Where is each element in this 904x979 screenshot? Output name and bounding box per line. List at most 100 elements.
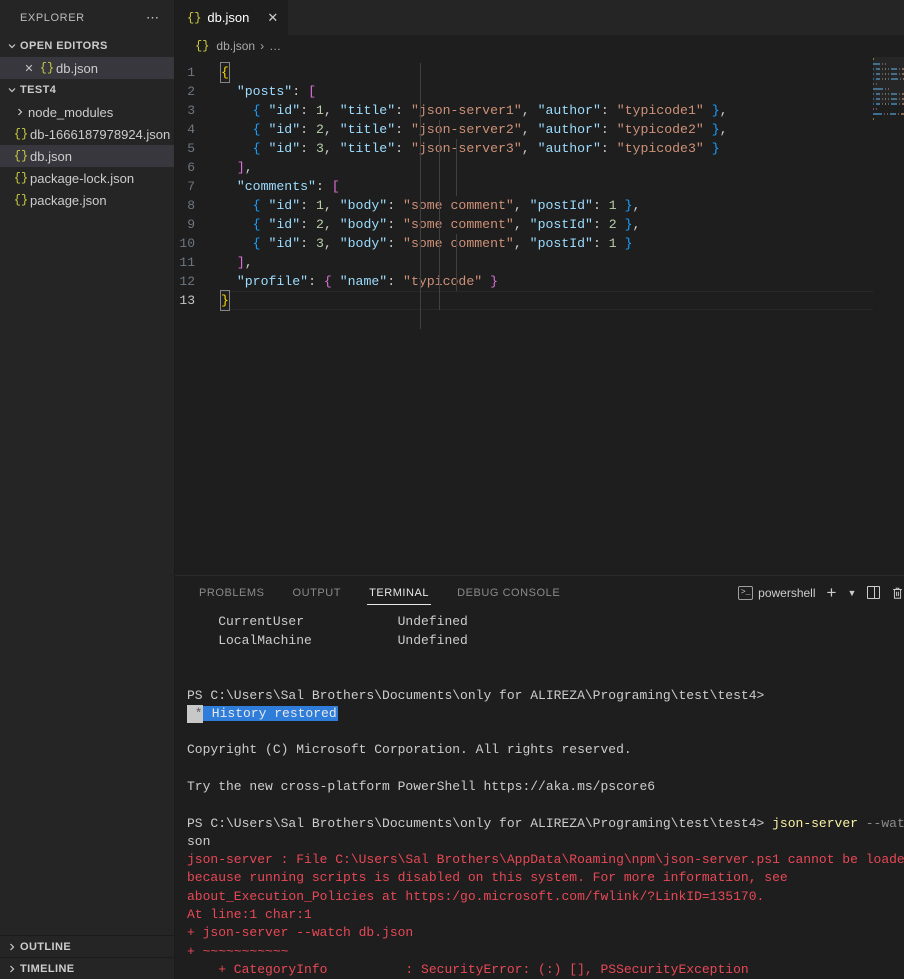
breadcrumb[interactable]: {} db.json › … [175, 35, 904, 57]
section-outline[interactable]: OUTLINE [0, 935, 174, 957]
split-terminal-icon[interactable] [867, 586, 881, 600]
code-token: "body" [339, 217, 388, 232]
workspace-label: TEST4 [20, 84, 57, 96]
tree-item-db-json[interactable]: {} db.json [0, 145, 174, 167]
terminal-line: son [187, 833, 904, 851]
minimap-block [876, 108, 878, 110]
code-token: [ [331, 179, 340, 194]
code-token: , [323, 236, 340, 251]
tree-item-label: package.json [30, 192, 107, 208]
code-lines[interactable]: 1{2 "posts": [3 { "id": 1, "title": "jso… [175, 57, 904, 311]
code-token: : [592, 236, 609, 251]
code-line[interactable]: 12 "profile": { "name": "typicode" } [175, 272, 904, 291]
code-line[interactable]: 5 { "id": 3, "title": "json-server3", "a… [175, 139, 904, 158]
chevron-right-icon [4, 942, 20, 952]
chevron-right-icon [4, 964, 20, 974]
indent-guide [439, 120, 440, 310]
line-number: 3 [187, 103, 195, 118]
section-workspace[interactable]: TEST4 [0, 79, 174, 101]
json-file-icon: {} [13, 149, 29, 163]
terminal-line: + json-server --watch db.json [187, 924, 904, 942]
kill-terminal-icon[interactable] [891, 586, 904, 600]
terminal-line: LocalMachine Undefined [187, 632, 904, 650]
code-token: : [592, 217, 609, 232]
minimap[interactable] [873, 57, 904, 575]
code-line[interactable]: 9 { "id": 2, "body": "some comment", "po… [175, 215, 904, 234]
terminal-prompt-icon: >_ [738, 585, 754, 600]
tree-item-node-modules[interactable]: node_modules [0, 101, 174, 123]
tab-problems[interactable]: PROBLEMS [189, 576, 275, 609]
close-icon[interactable]: ✕ [267, 10, 278, 26]
terminal-text: Try the new cross-platform PowerShell ht… [187, 778, 656, 794]
new-terminal-icon[interactable]: + [827, 584, 837, 601]
code-token: 3 [315, 236, 324, 251]
tree-item-package-json[interactable]: {} package.json [0, 189, 174, 211]
section-timeline[interactable]: TIMELINE [0, 957, 174, 979]
tree-item-label: db-1666187978924.json [30, 126, 171, 142]
tab-output[interactable]: OUTPUT [283, 576, 352, 609]
code-token: 1 [315, 198, 324, 213]
section-open-editors[interactable]: OPEN EDITORS [0, 35, 174, 57]
open-editor-item-dbjson[interactable]: ✕ {} db.json [0, 57, 174, 79]
tree-item-db-timestamp-json[interactable]: {} db-1666187978924.json [0, 123, 174, 145]
editor-tab-bar: {} db.json ✕ ⋯ [175, 0, 904, 35]
code-token: : [300, 236, 316, 251]
chevron-down-icon [4, 85, 20, 95]
code-token: { [252, 217, 269, 232]
tab-debug-console[interactable]: DEBUG CONSOLE [447, 576, 570, 609]
chevron-down-icon[interactable]: ▼ [847, 588, 856, 598]
tab-db-json[interactable]: {} db.json ✕ [175, 0, 290, 35]
code-line[interactable]: 6 ], [175, 158, 904, 177]
code-token: } [703, 122, 720, 137]
minimap-block [884, 113, 886, 115]
terminal-line: Try the new cross-platform PowerShell ht… [187, 778, 904, 796]
explorer-title-bar: EXPLORER ⋯ [0, 0, 174, 35]
code-line[interactable]: 1{ [175, 62, 904, 83]
terminal-line: PS C:\Users\Sal Brothers\Documents\only … [187, 815, 904, 833]
line-number: 11 [179, 255, 195, 270]
ellipsis-icon[interactable]: ⋯ [146, 10, 166, 26]
code-token: : [292, 84, 309, 99]
terminal-output[interactable]: CurrentUser Undefined LocalMachine Undef… [175, 609, 904, 979]
code-token: : [387, 274, 404, 289]
indent-guide [456, 234, 457, 291]
code-token: { [252, 122, 269, 137]
minimap-block [882, 103, 884, 105]
tab-output-label: OUTPUT [292, 586, 342, 599]
code-token: : [395, 103, 411, 118]
terminal-text: LocalMachine Undefined [187, 632, 468, 648]
code-token: : [308, 274, 324, 289]
section-open-editors-label: OPEN EDITORS [20, 40, 108, 52]
code-token: } [616, 198, 633, 213]
code-token: "profile" [236, 274, 309, 289]
code-line[interactable]: 7 "comments": [ [175, 177, 904, 196]
breadcrumb-trail[interactable]: … [269, 39, 281, 53]
minimap-slider[interactable] [873, 57, 904, 103]
code-line[interactable]: 8 { "id": 1, "body": "some comment", "po… [175, 196, 904, 215]
code-token: "comments" [236, 179, 316, 194]
breadcrumb-file[interactable]: db.json [216, 39, 255, 53]
code-line[interactable]: 11 ], [175, 253, 904, 272]
code-line[interactable]: 2 "posts": [ [175, 82, 904, 101]
code-token: } [616, 217, 633, 232]
code-line[interactable]: 10 { "id": 3, "body": "some comment", "p… [175, 234, 904, 253]
code-token: "author" [537, 141, 601, 156]
panel-tab-bar: PROBLEMS OUTPUT TERMINAL DEBUG CONSOLE >… [175, 576, 904, 610]
code-line[interactable]: 13} [175, 290, 904, 311]
tab-terminal[interactable]: TERMINAL [359, 576, 439, 609]
breadcrumb-separator: › [260, 39, 265, 53]
minimap-block [899, 103, 901, 105]
close-icon[interactable]: ✕ [20, 62, 38, 75]
code-editor[interactable]: 1{2 "posts": [3 { "id": 1, "title": "jso… [175, 57, 904, 575]
code-line[interactable]: 3 { "id": 1, "title": "json-server1", "a… [175, 101, 904, 120]
terminal-selector[interactable]: >_ powershell [738, 585, 816, 600]
tree-item-package-lock-json[interactable]: {} package-lock.json [0, 167, 174, 189]
code-line[interactable]: 4 { "id": 2, "title": "json-server2", "a… [175, 120, 904, 139]
code-token: "typicode1" [616, 103, 704, 118]
code-token: "id" [268, 122, 301, 137]
minimap-block [873, 103, 875, 105]
terminal-line: At line:1 char:1 [187, 906, 904, 924]
